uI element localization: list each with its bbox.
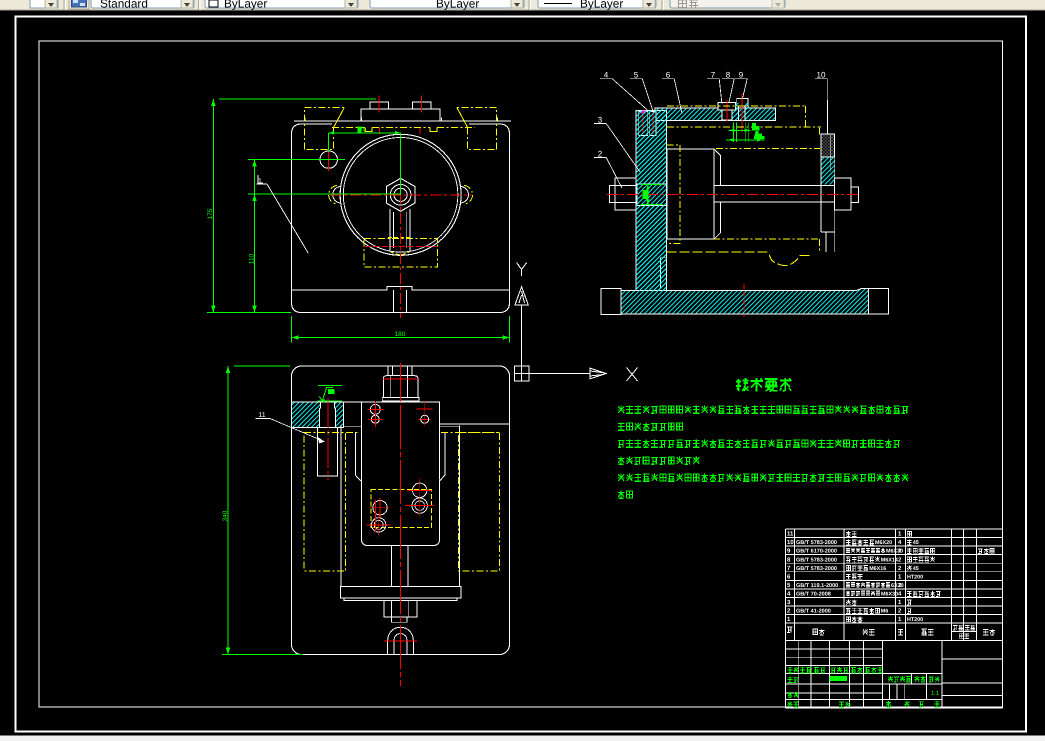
svg-text:GB/T 5783-2000: GB/T 5783-2000 <box>796 566 837 572</box>
svg-text:110: 110 <box>249 253 256 264</box>
svg-text:GB/T 5783-2000: GB/T 5783-2000 <box>796 540 837 546</box>
svg-text:M6: M6 <box>881 609 889 615</box>
svg-text:175: 175 <box>207 208 214 219</box>
svg-text:8: 8 <box>726 71 731 80</box>
svg-text:1:1: 1:1 <box>931 690 940 697</box>
svg-text:Standard: Standard <box>100 0 148 11</box>
svg-text:GB/T 6170-2000: GB/T 6170-2000 <box>796 549 837 555</box>
svg-text:HT200: HT200 <box>907 574 923 580</box>
svg-text:GB/T 41-2000: GB/T 41-2000 <box>796 609 831 615</box>
svg-text:ByLayer: ByLayer <box>224 0 267 11</box>
svg-text:10: 10 <box>817 71 826 80</box>
svg-text:4: 4 <box>604 71 609 80</box>
svg-text:10: 10 <box>787 539 794 546</box>
svg-text:45: 45 <box>913 540 919 546</box>
svg-text:3: 3 <box>598 115 603 124</box>
svg-text:2: 2 <box>598 149 603 158</box>
svg-text:9: 9 <box>739 71 744 80</box>
svg-text:45: 45 <box>913 566 919 572</box>
svg-text:7: 7 <box>711 71 716 80</box>
svg-text:5: 5 <box>634 71 639 80</box>
svg-text:M6X20: M6X20 <box>875 540 892 546</box>
svg-text:ByLayer: ByLayer <box>436 0 479 11</box>
svg-text:M6X16: M6X16 <box>869 566 886 572</box>
svg-text:GB/T 5783-2000: GB/T 5783-2000 <box>796 557 837 563</box>
svg-text:ByLayer: ByLayer <box>580 0 623 11</box>
svg-text:M6X30: M6X30 <box>881 591 898 597</box>
svg-text:11: 11 <box>787 531 794 538</box>
svg-text:GB/T 70-2008: GB/T 70-2008 <box>796 591 831 597</box>
svg-text:6: 6 <box>666 71 671 80</box>
svg-text:GB/T 119.1-2000: GB/T 119.1-2000 <box>796 583 838 589</box>
svg-text:340: 340 <box>222 510 229 521</box>
svg-text:M6X14: M6X14 <box>881 557 898 563</box>
svg-text:180: 180 <box>395 331 406 338</box>
svg-text:HT200: HT200 <box>907 617 923 623</box>
